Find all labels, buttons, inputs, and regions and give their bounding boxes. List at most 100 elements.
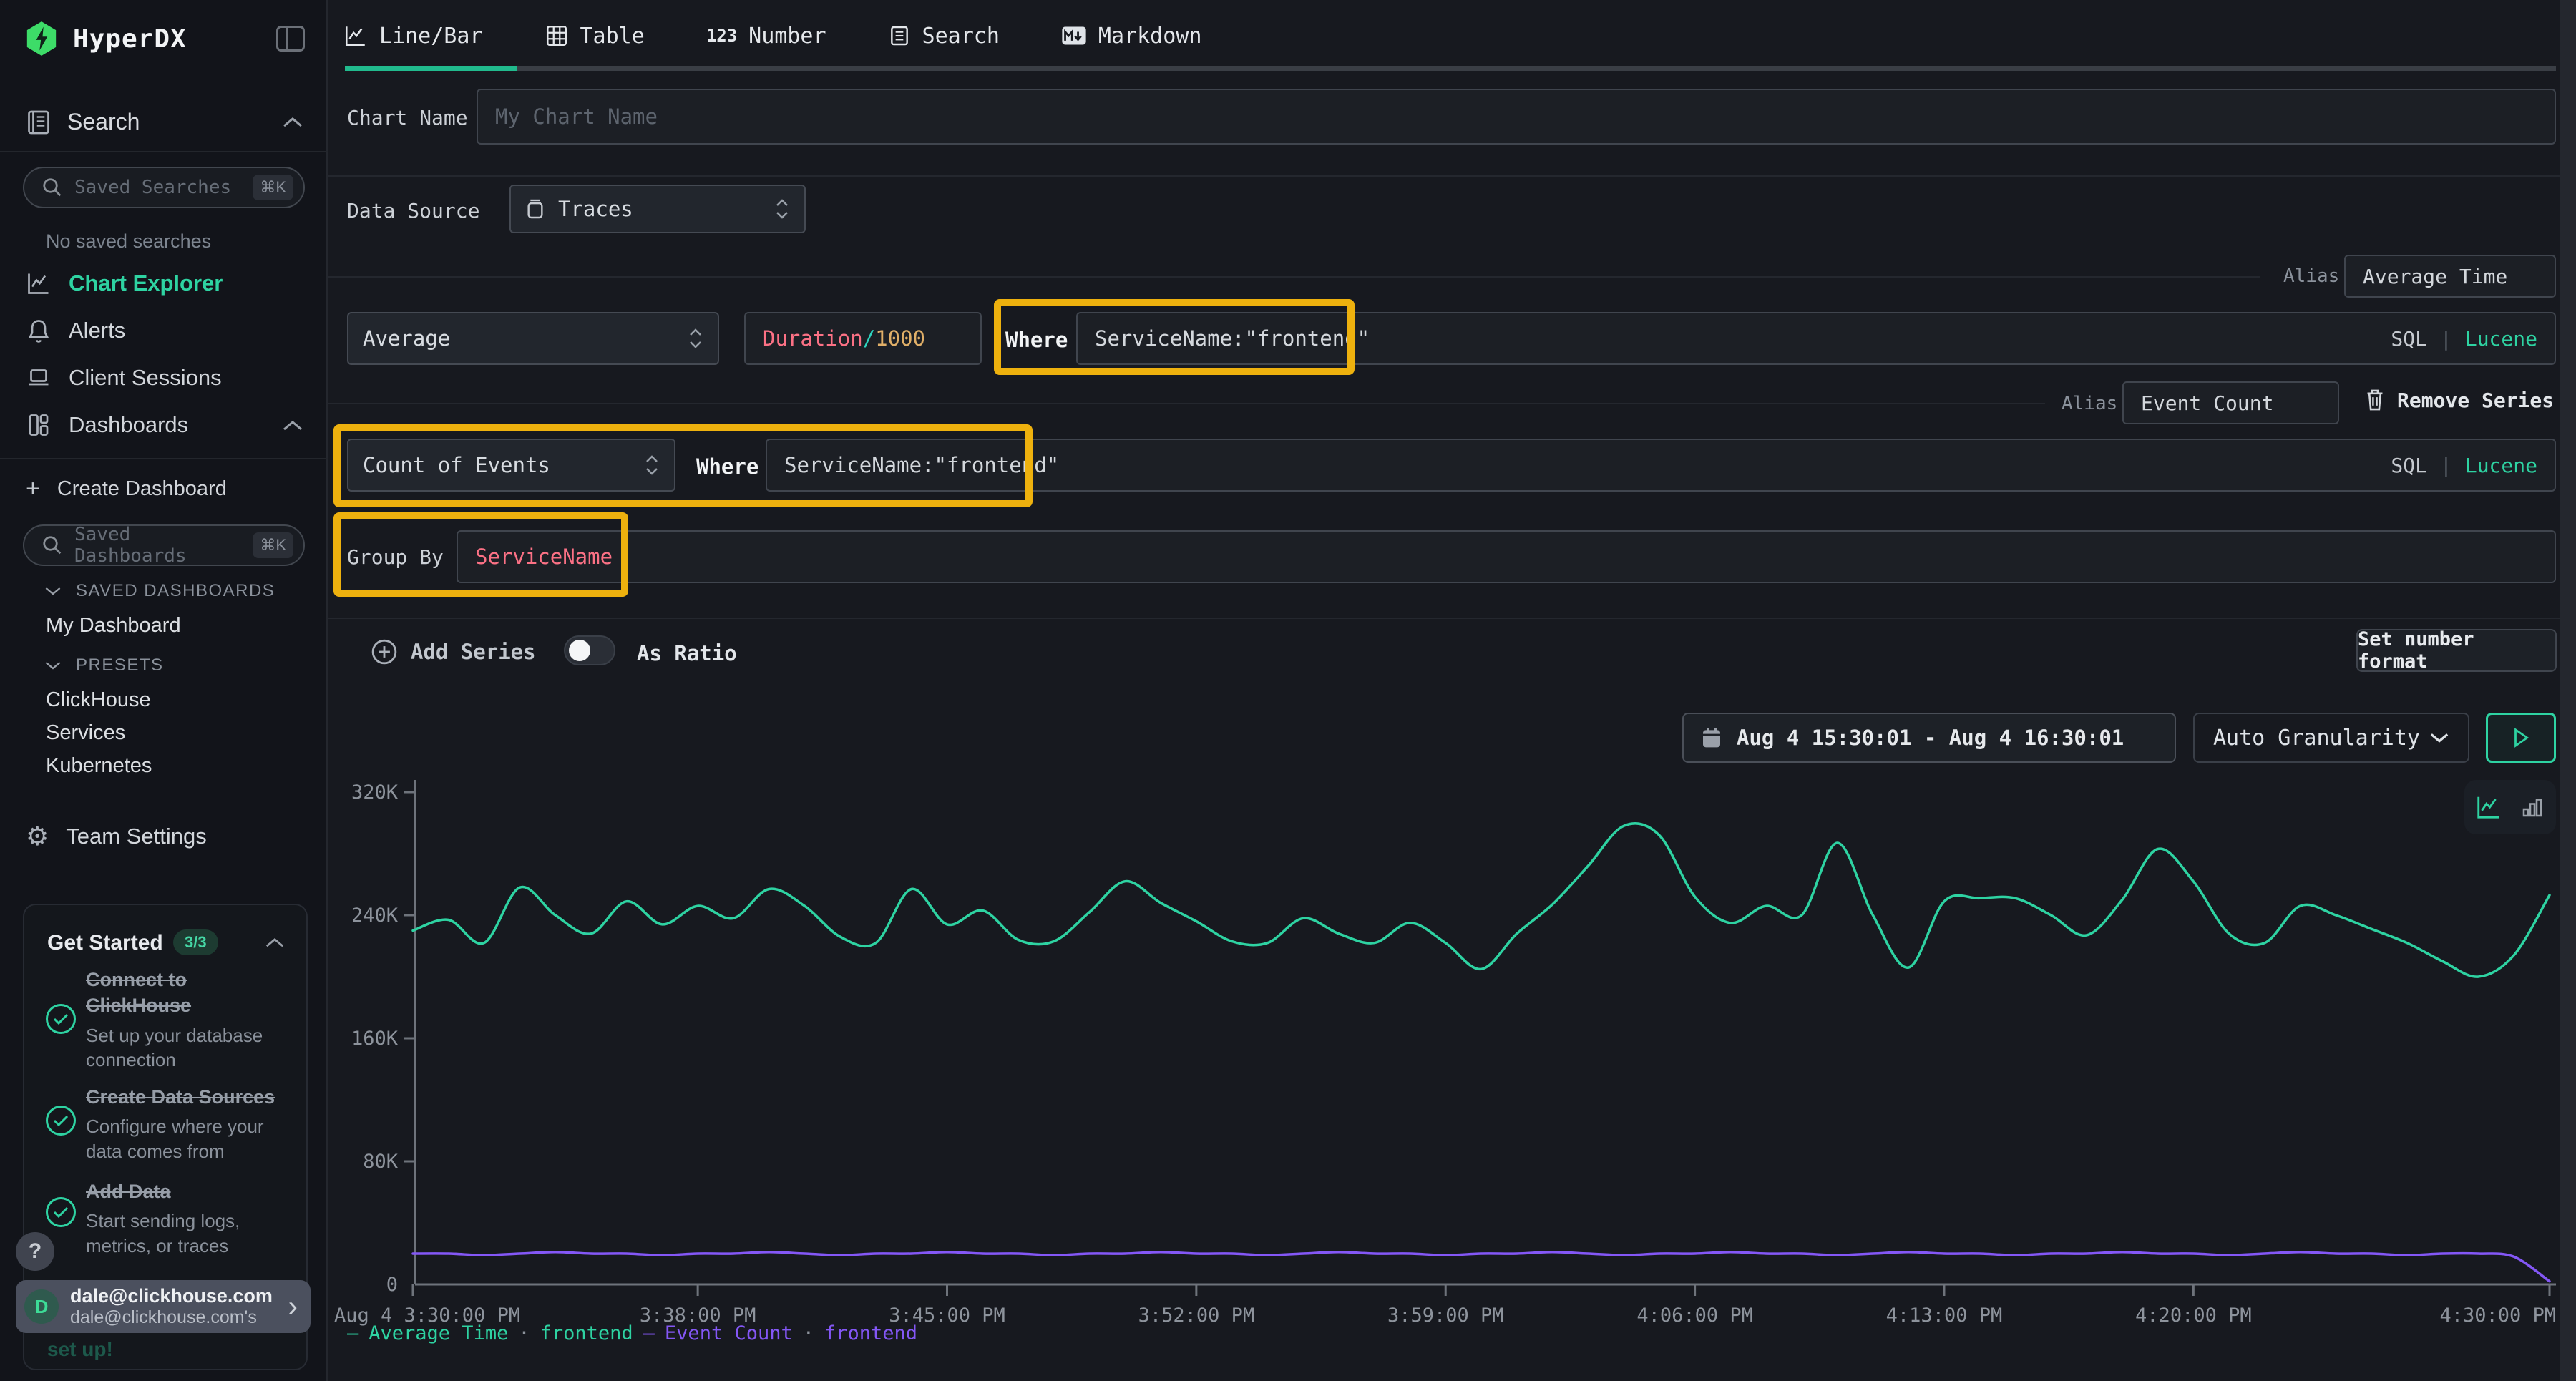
chevron-up-icon[interactable] — [282, 419, 303, 432]
create-dashboard-button[interactable]: + Create Dashboard — [26, 475, 227, 503]
database-icon — [525, 197, 545, 220]
legend-label: Average Time — [369, 1322, 508, 1345]
main-content: Line/Bar Table 123 Number Search — [328, 0, 2560, 1381]
collapse-sidebar-icon[interactable] — [276, 26, 305, 52]
sidebar-item-client-sessions[interactable]: Client Sessions — [26, 365, 222, 391]
set-number-format-button[interactable]: Set number format — [2356, 629, 2557, 672]
sql-mode-toggle[interactable]: SQL — [2391, 327, 2427, 351]
sidebar-item-services[interactable]: Services — [46, 721, 125, 745]
search-icon — [42, 535, 63, 556]
tab-table[interactable]: Table — [545, 24, 645, 49]
series2-alias-input[interactable]: Event Count — [2122, 381, 2339, 424]
scrollbar[interactable] — [2560, 0, 2576, 1381]
saved-dashboards-input[interactable]: Saved Dashboards ⌘K — [23, 524, 305, 566]
sidebar-item-dashboards[interactable]: Dashboards — [26, 412, 188, 438]
section-saved-dashboards[interactable]: SAVED DASHBOARDS — [44, 581, 275, 601]
get-started-item[interactable]: Create Data Sources Configure where your… — [86, 1084, 286, 1163]
lucene-mode-toggle[interactable]: Lucene — [2465, 454, 2537, 477]
sidebar-item-chart-explorer[interactable]: Chart Explorer — [26, 270, 223, 296]
gear-icon: ⚙ — [26, 821, 49, 851]
help-button[interactable]: ? — [16, 1232, 54, 1271]
sidebar-item-alerts[interactable]: Alerts — [26, 318, 125, 343]
sidebar-search-label: Search — [67, 109, 140, 135]
get-started-item[interactable]: Add Data Start sending logs, metrics, or… — [86, 1179, 286, 1258]
legend-separator: · — [518, 1322, 530, 1345]
as-ratio-toggle[interactable] — [564, 635, 615, 665]
user-account-chip[interactable]: D dale@clickhouse.com dale@clickhouse.co… — [16, 1280, 311, 1333]
tab-search[interactable]: Search — [888, 24, 1000, 49]
chevron-up-icon[interactable] — [282, 116, 303, 129]
saved-searches-input[interactable]: Saved Searches ⌘K — [23, 167, 305, 208]
user-email-sub: dale@clickhouse.com's — [70, 1307, 273, 1328]
y-tick-label: 240K — [351, 904, 399, 927]
mode-divider: | — [2440, 327, 2452, 351]
where-label: Where — [696, 454, 758, 479]
bell-icon — [26, 318, 52, 343]
series1-where-input[interactable]: ServiceName:"frontend" SQL | Lucene — [1076, 312, 2556, 365]
get-started-title: Get Started — [47, 931, 163, 955]
series1-field-input[interactable]: Duration/1000 — [744, 312, 982, 365]
legend-dash: — — [347, 1322, 358, 1345]
chevron-right-icon: › — [288, 1291, 298, 1323]
tab-line-bar[interactable]: Line/Bar — [343, 24, 483, 49]
sidebar-item-clickhouse[interactable]: ClickHouse — [46, 688, 151, 712]
x-tick-label: 4:30:00 PM — [2439, 1304, 2556, 1327]
y-tick-label: 0 — [386, 1274, 398, 1296]
remove-series-button[interactable]: Remove Series — [2364, 388, 2554, 412]
sidebar: HyperDX Search Saved Searches ⌘K No save… — [0, 0, 328, 1381]
markdown-icon — [1061, 25, 1087, 47]
tab-number[interactable]: 123 Number — [706, 24, 826, 49]
timeseries-chart[interactable]: 080K160K240K320KAug 4 3:30:00 PM3:38:00 … — [328, 744, 2560, 1367]
legend-item-average-time[interactable]: — Average Time · frontend — [347, 1322, 633, 1345]
series-line — [413, 824, 2550, 977]
series-line — [413, 1252, 2550, 1282]
tab-markdown[interactable]: Markdown — [1061, 24, 1202, 49]
series2-aggregation-select[interactable]: Count of Events — [347, 439, 675, 492]
y-tick-label: 320K — [351, 781, 399, 804]
step-title: Add Data — [86, 1179, 286, 1204]
section-presets[interactable]: PRESETS — [44, 655, 164, 675]
series2-where-input[interactable]: ServiceName:"frontend" SQL | Lucene — [766, 439, 2556, 492]
sidebar-item-kubernetes[interactable]: Kubernetes — [46, 754, 152, 778]
group-by-input[interactable]: ServiceName — [457, 530, 2556, 583]
plus-icon: + — [26, 475, 40, 503]
step-title: Create Data Sources — [86, 1084, 286, 1110]
get-started-item[interactable]: Connect to ClickHouse Set up your databa… — [86, 967, 286, 1073]
step-description: Start sending logs, metrics, or traces — [86, 1209, 286, 1258]
series1-alias-input[interactable]: Average Time — [2344, 255, 2556, 298]
chevron-up-icon[interactable] — [265, 937, 285, 949]
series2-aggregation-value: Count of Events — [363, 453, 550, 477]
select-chevrons-icon — [774, 197, 790, 221]
legend-item-event-count[interactable]: — Event Count · frontend — [643, 1322, 917, 1345]
line-chart-icon — [26, 270, 52, 296]
app-logo[interactable]: HyperDX — [26, 21, 187, 56]
sidebar-item-label: Dashboards — [69, 412, 188, 438]
add-series-label: Add Series — [411, 640, 536, 664]
app-title: HyperDX — [73, 24, 187, 54]
legend-separator: · — [803, 1322, 814, 1345]
set-number-format-label: Set number format — [2358, 628, 2555, 673]
tab-label: Markdown — [1098, 24, 1202, 49]
series1-aggregation-select[interactable]: Average — [347, 312, 719, 365]
team-settings-label: Team Settings — [66, 824, 206, 849]
sidebar-item-team-settings[interactable]: ⚙ Team Settings — [26, 821, 207, 851]
y-tick-label: 80K — [363, 1151, 399, 1173]
data-source-select[interactable]: Traces — [509, 185, 806, 233]
chevron-down-icon — [44, 660, 62, 671]
legend-service: frontend — [540, 1322, 633, 1345]
add-series-button[interactable]: Add Series — [371, 638, 536, 665]
sidebar-item-search[interactable]: Search — [26, 109, 140, 135]
chart-name-input[interactable]: My Chart Name — [477, 89, 2556, 145]
alias-label: Alias — [2283, 265, 2339, 287]
as-ratio-label: As Ratio — [637, 641, 737, 665]
active-tab-indicator — [345, 66, 517, 71]
tab-label: Line/Bar — [379, 24, 483, 49]
line-chart-icon — [343, 24, 368, 48]
view-tabs: Line/Bar Table 123 Number Search — [328, 0, 2560, 72]
lucene-mode-toggle[interactable]: Lucene — [2465, 327, 2537, 351]
sql-mode-toggle[interactable]: SQL — [2391, 454, 2427, 477]
sidebar-item-my-dashboard[interactable]: My Dashboard — [46, 614, 181, 638]
legend-label: Event Count — [665, 1322, 793, 1345]
series2-alias-value: Event Count — [2141, 391, 2273, 415]
occluded-text-fragment: set up! — [47, 1338, 113, 1361]
